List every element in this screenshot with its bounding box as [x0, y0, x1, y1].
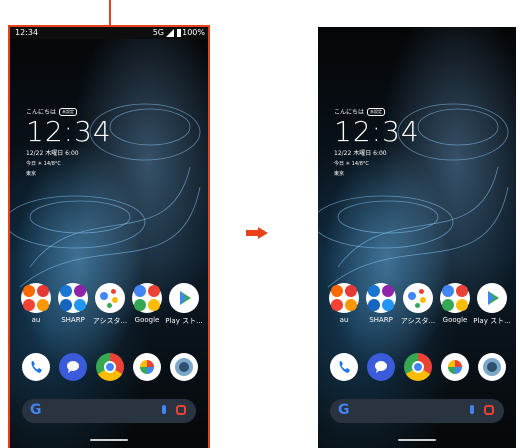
app-row: au SHARP アシスタ... Google Play スト... [18, 283, 203, 326]
app-play-store[interactable]: Play スト... [165, 283, 203, 326]
chrome-icon[interactable] [96, 353, 124, 381]
mic-icon[interactable] [470, 405, 474, 414]
weather-line: 今日 ☀ 14/8°C [334, 161, 369, 167]
search-bar[interactable]: G [22, 399, 196, 423]
dock [330, 353, 506, 381]
app-label: au [31, 316, 41, 324]
search-bar[interactable]: G [330, 399, 504, 423]
phone-icon[interactable] [330, 353, 358, 381]
app-assistant[interactable]: アシスタ... [92, 283, 128, 326]
status-time: 12:34 [15, 28, 39, 37]
app-au-folder[interactable]: au [18, 283, 54, 326]
phone-icon[interactable] [22, 353, 50, 381]
signal-icon [166, 29, 174, 37]
app-label: Google [442, 316, 468, 324]
arrow-right-icon [246, 227, 268, 239]
app-label: Google [134, 316, 160, 324]
app-google-folder[interactable]: Google [437, 283, 473, 326]
photos-icon[interactable] [441, 353, 469, 381]
network-label: 5G [152, 28, 164, 37]
play-icon [488, 291, 499, 305]
callout-line [109, 0, 111, 30]
google-logo: G [338, 402, 350, 418]
clock-widget[interactable]: こんにちは 未設定 12:34 12/22 木曜日 6:00 今日 ☀ 14/8… [26, 107, 112, 177]
app-label: au [339, 316, 349, 324]
clock-time: 12:34 [334, 115, 420, 148]
app-sharp-folder[interactable]: SHARP [363, 283, 399, 326]
lens-icon[interactable] [484, 405, 494, 415]
phone-screen-after: こんにちは 未設定 12:34 12/22 木曜日 6:00 今日 ☀ 14/8… [318, 27, 516, 448]
clock-date: 12/22 木曜日 6:00 [334, 150, 387, 157]
clock-date: 12/22 木曜日 6:00 [26, 150, 79, 157]
app-label: Play スト... [165, 317, 203, 325]
photos-icon[interactable] [133, 353, 161, 381]
app-sharp-folder[interactable]: SHARP [55, 283, 91, 326]
app-play-store[interactable]: Play スト... [473, 283, 511, 326]
home-indicator[interactable] [90, 439, 128, 441]
lens-icon[interactable] [176, 405, 186, 415]
app-row: au SHARP アシスタ... Google Play スト... [326, 283, 511, 326]
app-label: SHARP [61, 316, 85, 324]
app-label: アシスタ... [400, 317, 436, 325]
app-google-folder[interactable]: Google [129, 283, 165, 326]
app-label: アシスタ... [92, 317, 128, 325]
clock-widget[interactable]: こんにちは 未設定 12:34 12/22 木曜日 6:00 今日 ☀ 14/8… [334, 107, 420, 177]
app-label: Play スト... [473, 317, 511, 325]
wallpaper [318, 27, 516, 448]
phone-screen-before: 12:34 5G 100% こんにちは 未設定 12:34 12/22 木曜日 … [8, 25, 210, 448]
wallpaper [10, 27, 208, 448]
weather-line: 今日 ☀ 14/8°C [26, 161, 61, 167]
play-icon [180, 291, 191, 305]
weather-location: 東京 [26, 171, 37, 177]
app-assistant[interactable]: アシスタ... [400, 283, 436, 326]
google-logo: G [30, 402, 42, 418]
home-indicator[interactable] [398, 439, 436, 441]
camera-icon[interactable] [170, 353, 198, 381]
battery-icon [177, 29, 181, 37]
clock-time: 12:34 [26, 115, 112, 148]
weather-location: 東京 [334, 171, 345, 177]
messages-icon[interactable] [367, 353, 395, 381]
app-label: SHARP [369, 316, 393, 324]
status-bar: 12:34 5G 100% [10, 27, 208, 39]
battery-percent: 100% [182, 28, 205, 37]
mic-icon[interactable] [162, 405, 166, 414]
messages-icon[interactable] [59, 353, 87, 381]
camera-icon[interactable] [478, 353, 506, 381]
app-au-folder[interactable]: au [326, 283, 362, 326]
chrome-icon[interactable] [404, 353, 432, 381]
dock [22, 353, 198, 381]
